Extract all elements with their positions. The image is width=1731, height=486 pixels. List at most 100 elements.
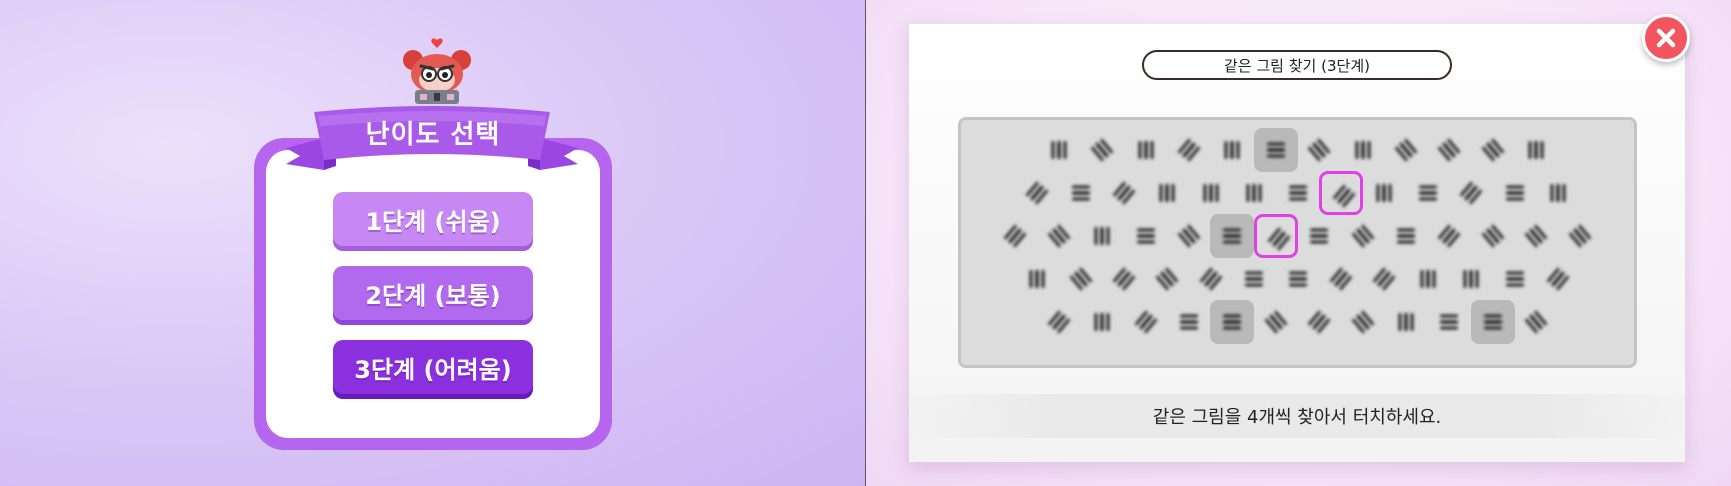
pattern-tile[interactable]: [1384, 214, 1428, 258]
striped-pattern-icon: [1224, 141, 1240, 159]
striped-pattern-icon: [1460, 181, 1483, 205]
pattern-tile[interactable]: [1297, 128, 1341, 172]
pattern-tile[interactable]: [1189, 257, 1233, 301]
pattern-tile[interactable]: [1015, 257, 1059, 301]
pattern-tile[interactable]: [1102, 171, 1146, 215]
striped-pattern-icon: [1438, 138, 1461, 162]
pattern-tile[interactable]: [993, 214, 1037, 258]
striped-pattern-icon: [1397, 228, 1415, 244]
pattern-tile[interactable]: [1427, 300, 1471, 344]
pattern-tile[interactable]: [1167, 300, 1211, 344]
pattern-tile[interactable]: [1015, 171, 1059, 215]
pattern-tile[interactable]: [1427, 128, 1471, 172]
striped-pattern-icon: [1091, 138, 1114, 162]
pattern-tile[interactable]: [1253, 128, 1298, 172]
pattern-tile[interactable]: [1406, 257, 1450, 301]
striped-pattern-icon: [1420, 270, 1436, 288]
pattern-tile[interactable]: [1449, 171, 1493, 215]
pattern-tile[interactable]: [1449, 257, 1493, 301]
pattern-tile[interactable]: [1558, 214, 1602, 258]
pattern-tile[interactable]: [1254, 300, 1298, 344]
striped-pattern-icon: [1398, 313, 1414, 331]
stage-title: 같은 그림 찾기 (3단계): [1142, 50, 1452, 80]
difficulty-title: 난이도 선택: [365, 119, 501, 150]
pattern-tile[interactable]: [1471, 214, 1515, 258]
pattern-tile[interactable]: [1514, 214, 1558, 258]
striped-pattern-icon: [1094, 227, 1110, 245]
pattern-tile[interactable]: [1037, 128, 1081, 172]
pattern-tile[interactable]: [1210, 300, 1255, 344]
pattern-tile[interactable]: [1037, 214, 1081, 258]
striped-pattern-icon: [1546, 267, 1569, 291]
pattern-tile[interactable]: [1514, 128, 1558, 172]
striped-pattern-icon: [1223, 314, 1242, 330]
striped-pattern-icon: [1112, 267, 1135, 291]
pattern-tile[interactable]: [1145, 171, 1189, 215]
pattern-tile[interactable]: [1493, 171, 1537, 215]
striped-pattern-icon: [1159, 184, 1175, 202]
striped-pattern-icon: [1137, 141, 1154, 159]
pattern-tile[interactable]: [1297, 300, 1341, 344]
pattern-tile[interactable]: [1318, 171, 1363, 215]
pattern-tile[interactable]: [1167, 128, 1211, 172]
pattern-tile[interactable]: [1059, 171, 1103, 215]
pattern-tile[interactable]: [1232, 257, 1276, 301]
pattern-tile[interactable]: [1124, 214, 1168, 258]
striped-pattern-icon: [1463, 270, 1479, 288]
pattern-tile[interactable]: [1471, 128, 1515, 172]
pattern-tile[interactable]: [1080, 300, 1124, 344]
pattern-tile[interactable]: [1536, 257, 1580, 301]
pattern-tile[interactable]: [1341, 128, 1385, 172]
close-button[interactable]: [1642, 14, 1690, 62]
pattern-tile[interactable]: [1384, 300, 1428, 344]
pattern-tile[interactable]: [1167, 214, 1211, 258]
pattern-tile[interactable]: [1210, 128, 1254, 172]
pattern-tile[interactable]: [1362, 257, 1406, 301]
pattern-tile[interactable]: [1362, 171, 1406, 215]
striped-pattern-icon: [1069, 267, 1092, 291]
pattern-tile[interactable]: [1124, 128, 1168, 172]
pattern-tile[interactable]: [1470, 300, 1515, 344]
pattern-tile[interactable]: [1232, 171, 1276, 215]
pattern-tile[interactable]: [1102, 257, 1146, 301]
striped-pattern-icon: [1180, 314, 1198, 330]
pattern-tile[interactable]: [1384, 128, 1428, 172]
pattern-tile[interactable]: [1406, 171, 1450, 215]
pattern-tile[interactable]: [1124, 300, 1168, 344]
pattern-tile[interactable]: [1341, 300, 1385, 344]
striped-pattern-icon: [1332, 184, 1355, 208]
pattern-tile[interactable]: [1145, 257, 1189, 301]
pattern-tile[interactable]: [1276, 171, 1320, 215]
striped-pattern-icon: [1329, 267, 1352, 291]
striped-pattern-icon: [1481, 224, 1504, 248]
pattern-tile[interactable]: [1341, 214, 1385, 258]
pattern-tile[interactable]: [1080, 128, 1124, 172]
pattern-tile[interactable]: [1080, 214, 1124, 258]
pattern-tile[interactable]: [1297, 214, 1341, 258]
pattern-tile[interactable]: [1493, 257, 1537, 301]
striped-pattern-icon: [1266, 142, 1285, 158]
pattern-tile[interactable]: [1514, 300, 1558, 344]
striped-pattern-icon: [1483, 314, 1502, 330]
striped-pattern-icon: [1178, 138, 1200, 162]
striped-pattern-icon: [1134, 310, 1157, 334]
pattern-tile[interactable]: [1210, 214, 1255, 258]
striped-pattern-icon: [1136, 228, 1155, 244]
level-2-normal-button[interactable]: 2단계 (보통): [333, 266, 533, 320]
pattern-tile[interactable]: [1037, 300, 1081, 344]
level-1-easy-button[interactable]: 1단계 (쉬움): [333, 192, 533, 246]
pattern-tile[interactable]: [1276, 257, 1320, 301]
striped-pattern-icon: [1505, 271, 1524, 287]
pattern-tile[interactable]: [1536, 171, 1580, 215]
pattern-tile[interactable]: [1427, 214, 1471, 258]
striped-pattern-icon: [1438, 224, 1461, 248]
striped-pattern-icon: [1550, 184, 1566, 202]
pattern-tile[interactable]: [1319, 257, 1363, 301]
pattern-tile[interactable]: [1059, 257, 1103, 301]
striped-pattern-icon: [1310, 228, 1329, 244]
instruction-text: 같은 그림을 4개씩 찾아서 터치하세요.: [910, 394, 1684, 438]
level-3-hard-button[interactable]: 3단계 (어려움): [333, 340, 533, 394]
pattern-tile[interactable]: [1189, 171, 1233, 215]
striped-pattern-icon: [1156, 267, 1179, 291]
pattern-tile[interactable]: [1253, 214, 1298, 258]
